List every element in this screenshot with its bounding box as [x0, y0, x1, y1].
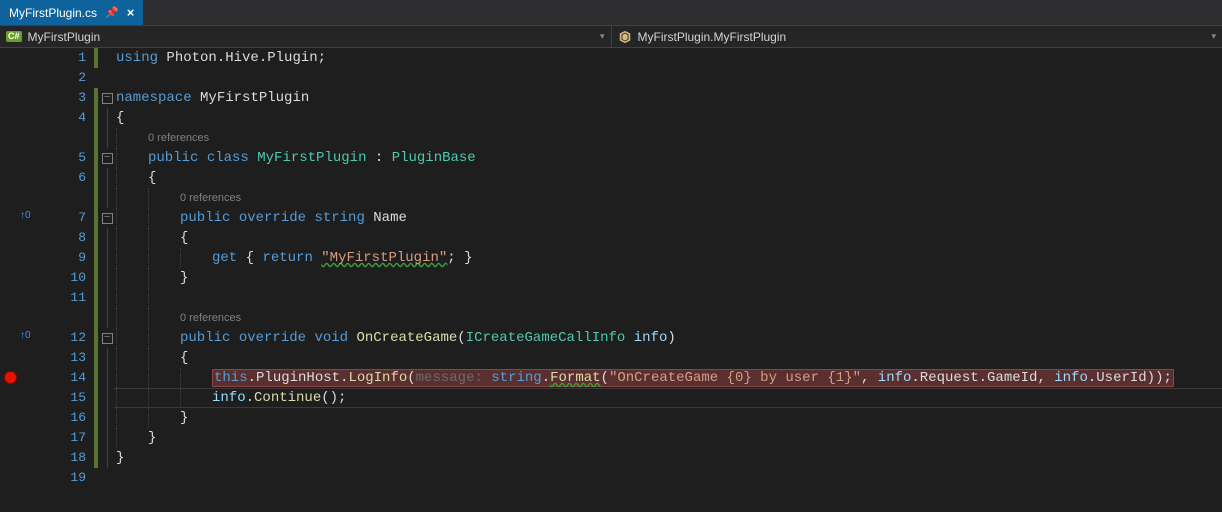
line-number: 8: [44, 228, 94, 248]
fold-toggle[interactable]: −: [102, 333, 113, 344]
line-number: 13: [44, 348, 94, 368]
line-number: 10: [44, 268, 94, 288]
code-line[interactable]: get { return "MyFirstPlugin"; }: [114, 248, 1222, 268]
code-editor[interactable]: 1 using Photon.Hive.Plugin; 2 3 − namesp…: [0, 48, 1222, 512]
codelens[interactable]: 0 references: [180, 312, 241, 324]
usage-marker[interactable]: ↑0: [20, 331, 31, 341]
code-line[interactable]: {: [114, 168, 1222, 188]
breakpoint-statement: this.PluginHost.LogInfo(message: string.…: [212, 369, 1174, 387]
chevron-down-icon: ▾: [600, 31, 605, 42]
code-line[interactable]: using Photon.Hive.Plugin;: [114, 48, 1222, 68]
tab-bar: MyFirstPlugin.cs 📌 ×: [0, 0, 1222, 26]
code-line[interactable]: {: [114, 348, 1222, 368]
line-number: 14: [44, 368, 94, 388]
code-line[interactable]: [114, 288, 1222, 308]
line-number: 3: [44, 88, 94, 108]
breakpoint-icon[interactable]: [4, 371, 17, 384]
fold-toggle[interactable]: −: [102, 93, 113, 104]
chevron-down-icon: ▾: [1211, 31, 1216, 42]
line-number: 4: [44, 108, 94, 128]
pin-icon[interactable]: 📌: [105, 6, 119, 19]
line-number: 6: [44, 168, 94, 188]
code-line[interactable]: }: [114, 268, 1222, 288]
nav-bar: C# MyFirstPlugin ▾ MyFirstPlugin.MyFirst…: [0, 26, 1222, 48]
code-line[interactable]: this.PluginHost.LogInfo(message: string.…: [114, 368, 1222, 388]
fold-toggle[interactable]: −: [102, 213, 113, 224]
line-number: 17: [44, 428, 94, 448]
code-line[interactable]: namespace MyFirstPlugin: [114, 88, 1222, 108]
nav-scope-text: MyFirstPlugin: [28, 30, 101, 44]
line-number: 2: [44, 68, 94, 88]
nav-member-text: MyFirstPlugin.MyFirstPlugin: [638, 30, 787, 44]
line-number: 9: [44, 248, 94, 268]
code-line[interactable]: [114, 68, 1222, 88]
code-line[interactable]: public override string Name: [114, 208, 1222, 228]
line-number: 12: [44, 328, 94, 348]
line-number: 11: [44, 288, 94, 308]
code-line[interactable]: public override void OnCreateGame(ICreat…: [114, 328, 1222, 348]
line-number: 16: [44, 408, 94, 428]
line-number: 15: [44, 388, 94, 408]
code-line[interactable]: {: [114, 228, 1222, 248]
line-number: 5: [44, 148, 94, 168]
file-tab[interactable]: MyFirstPlugin.cs 📌 ×: [0, 0, 143, 25]
code-line[interactable]: }: [114, 428, 1222, 448]
class-icon: [618, 30, 632, 44]
line-number: 1: [44, 48, 94, 68]
code-line[interactable]: [114, 468, 1222, 488]
tab-filename: MyFirstPlugin.cs: [9, 6, 97, 20]
usage-marker[interactable]: ↑0: [20, 211, 31, 221]
codelens[interactable]: 0 references: [180, 192, 241, 204]
line-number: 18: [44, 448, 94, 468]
fold-toggle[interactable]: −: [102, 153, 113, 164]
close-icon[interactable]: ×: [127, 5, 135, 20]
codelens[interactable]: 0 references: [148, 132, 209, 144]
code-line[interactable]: }: [114, 408, 1222, 428]
nav-scope-dropdown[interactable]: C# MyFirstPlugin ▾: [0, 26, 612, 47]
csharp-icon: C#: [6, 31, 22, 42]
line-number: 19: [44, 468, 94, 488]
nav-member-dropdown[interactable]: MyFirstPlugin.MyFirstPlugin ▾: [612, 26, 1222, 47]
code-line[interactable]: info.Continue();: [114, 388, 1222, 408]
line-number: 7: [44, 208, 94, 228]
code-line[interactable]: }: [114, 448, 1222, 468]
code-line[interactable]: {: [114, 108, 1222, 128]
code-line[interactable]: public class MyFirstPlugin : PluginBase: [114, 148, 1222, 168]
